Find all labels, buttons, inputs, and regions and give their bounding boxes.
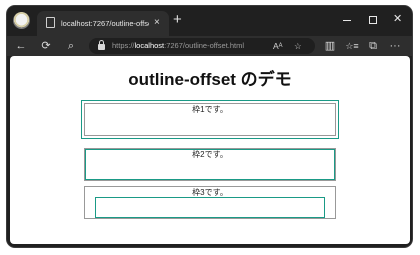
url-protocol: https:// [112, 41, 135, 50]
lock-icon[interactable] [98, 40, 105, 50]
page-title: outline-offset のデモ [128, 70, 292, 89]
outline-2 [85, 149, 335, 180]
browser-tab[interactable]: localhost:7267/outline-offset.htm × [37, 11, 169, 36]
outline-1 [81, 100, 339, 139]
title-bar: localhost:7267/outline-offset.htm × + ✕ [7, 6, 412, 36]
tab-close-icon[interactable]: × [154, 16, 160, 29]
address-bar[interactable]: https://localhost:7267/outline-offset.ht… [89, 38, 315, 54]
toolbar: ← ⟳ ⌕ https://localhost:7267/outline-off… [7, 36, 412, 56]
url-text[interactable]: https://localhost:7267/outline-offset.ht… [112, 40, 244, 52]
more-menu-icon[interactable]: ··· [387, 38, 403, 54]
profile-avatar[interactable] [13, 12, 30, 29]
read-aloud-icon[interactable]: Aᴬ [273, 39, 283, 53]
refresh-icon[interactable]: ⟳ [38, 38, 54, 54]
favorites-icon[interactable]: ☆≡ [344, 38, 360, 54]
search-icon[interactable]: ⌕ [63, 38, 79, 54]
url-host: localhost [134, 41, 165, 50]
demo-box-3: 枠3です。 [84, 186, 336, 219]
new-tab-button[interactable]: + [173, 11, 182, 29]
demo-box-2: 枠2です。 [84, 148, 336, 181]
browser-window: localhost:7267/outline-offset.htm × + ✕ … [7, 6, 412, 247]
back-icon[interactable]: ← [13, 38, 29, 54]
page-icon [46, 17, 55, 28]
page-viewport: outline-offset のデモ 枠1です。 枠2です。 枠3です。 [10, 56, 410, 244]
outline-3 [95, 197, 325, 218]
demo-box-1: 枠1です。 [81, 100, 339, 139]
tab-title: localhost:7267/outline-offset.htm [61, 19, 149, 28]
collections-icon[interactable]: ⧉ [365, 38, 381, 54]
url-path: :7267/outline-offset.html [164, 41, 245, 50]
split-screen-icon[interactable]: ▥ [322, 38, 338, 54]
minimize-button[interactable] [343, 20, 351, 21]
maximize-button[interactable] [369, 16, 377, 24]
close-window-button[interactable]: ✕ [393, 12, 402, 26]
favorite-star-icon[interactable]: ☆ [294, 39, 302, 53]
